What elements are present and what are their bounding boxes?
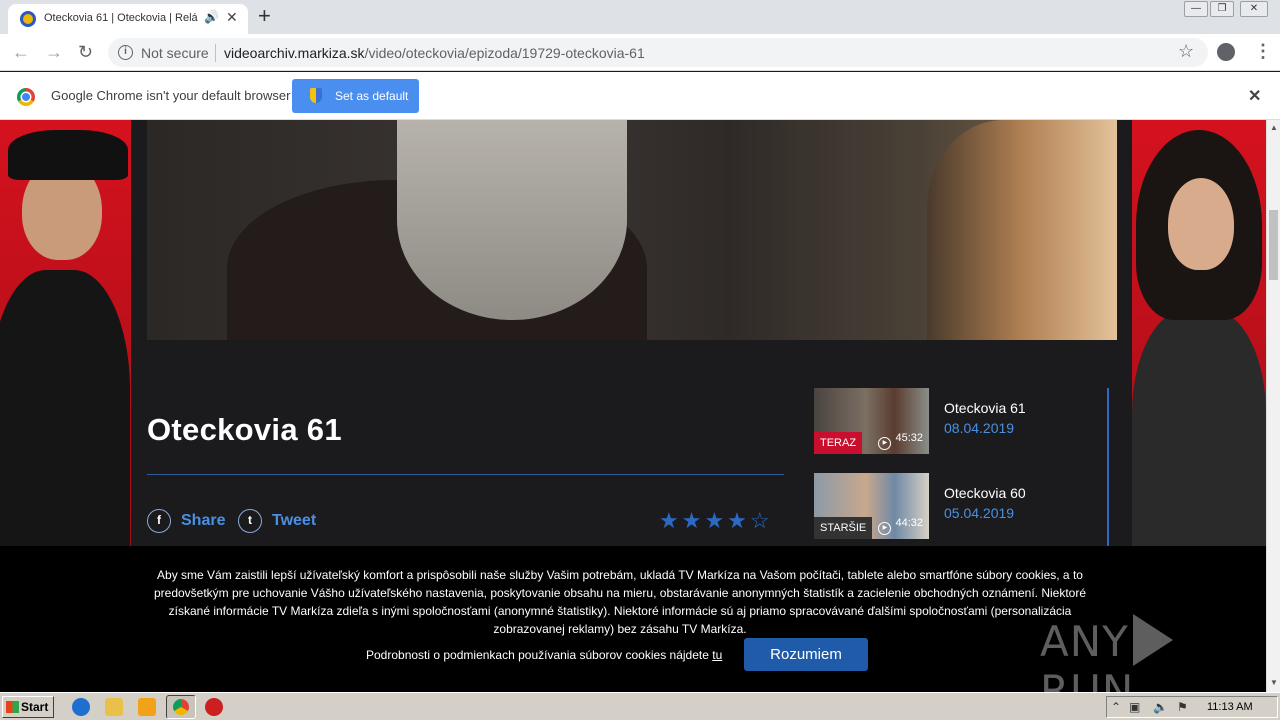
site-favicon-icon	[20, 11, 36, 27]
video-frame-hair	[927, 120, 1117, 340]
url-host: videoarchiv.markiza.sk	[224, 45, 365, 61]
anyrun-play-icon	[1132, 614, 1173, 666]
chrome-taskbar-button[interactable]	[166, 695, 196, 719]
cookie-text: Aby sme Vám zaistili lepší užívateľský k…	[153, 568, 1087, 636]
bookmark-star-icon[interactable]: ☆	[1178, 41, 1194, 62]
scroll-up-icon[interactable]: ▲	[1270, 123, 1278, 132]
video-frame-scarf	[397, 120, 627, 320]
episode-list-item[interactable]: TERAZ ▶ 45:32 Oteckovia 61 08.04.2019	[814, 388, 1114, 454]
cap-image	[8, 130, 128, 180]
facebook-icon: f	[147, 509, 171, 533]
windows-logo-icon	[6, 701, 19, 713]
cookie-banner: Aby sme Vám zaistili lepší užívateľský k…	[0, 546, 1266, 692]
episode-name: Oteckovia 60	[944, 485, 1026, 501]
ad-banner-left[interactable]	[0, 120, 131, 550]
tweet-label: Tweet	[272, 512, 317, 529]
episode-name: Oteckovia 61	[944, 400, 1026, 416]
ad-person-body	[0, 270, 130, 550]
episode-thumbnail: TERAZ ▶ 45:32	[814, 388, 929, 454]
episode-duration: ▶ 44:32	[878, 517, 923, 535]
main-content: Oteckovia 61 f Share t Tweet ★★★★☆ TERAZ…	[131, 120, 1132, 550]
network-icon[interactable]: ▣	[1129, 700, 1140, 714]
maximize-button[interactable]: ❐	[1210, 1, 1234, 17]
folder-icon[interactable]	[105, 698, 123, 716]
system-tray: ⌃ ▣ 🔈 ⚑ 11:13 AM	[1106, 696, 1278, 718]
episode-duration: ▶ 45:32	[878, 432, 923, 450]
page-scrollbar[interactable]: ▲ ▼	[1266, 120, 1280, 692]
chrome-menu-icon[interactable]: ⋮	[1254, 41, 1272, 62]
cookie-details-text: Podrobnosti o podmienkach používania súb…	[366, 648, 723, 662]
title-divider	[147, 474, 784, 475]
antivirus-icon[interactable]	[205, 698, 223, 716]
info-icon[interactable]: i	[118, 45, 133, 60]
episode-date: 05.04.2019	[944, 505, 1015, 521]
address-bar[interactable]: i Not secure videoarchiv.markiza.sk/vide…	[108, 38, 1208, 67]
video-player[interactable]	[147, 120, 1117, 340]
minimize-button[interactable]: —	[1184, 1, 1208, 17]
infobar-close-icon[interactable]: ✕	[1248, 86, 1261, 106]
reload-button[interactable]: ↻	[78, 41, 93, 63]
divider	[215, 44, 216, 62]
volume-icon[interactable]: 🔈	[1153, 700, 1168, 714]
start-button[interactable]: Start	[2, 696, 54, 718]
default-browser-infobar: Google Chrome isn't your default browser…	[0, 72, 1280, 120]
play-icon: ▶	[878, 437, 892, 450]
accept-cookies-button[interactable]: Rozumiem	[744, 638, 868, 671]
close-window-button[interactable]: ✕	[1240, 1, 1268, 17]
twitter-icon: t	[238, 509, 262, 533]
tab-close-icon[interactable]: ✕	[226, 9, 238, 26]
uac-shield-icon	[310, 88, 322, 103]
rating-empty-star: ☆	[749, 508, 773, 533]
infobar-message: Google Chrome isn't your default browser	[51, 88, 291, 103]
account-icon[interactable]	[1217, 43, 1235, 61]
episode-list-item[interactable]: STARŠIE ▶ 44:32 Oteckovia 60 05.04.2019	[814, 473, 1114, 539]
play-icon: ▶	[878, 522, 892, 535]
cookie-details-link[interactable]: tu	[712, 648, 722, 662]
ad-person-body	[1132, 310, 1266, 550]
taskbar: Start ⌃ ▣ 🔈 ⚑ 11:13 AM	[0, 692, 1280, 720]
scrollbar-thumb[interactable]	[1269, 210, 1278, 280]
chrome-logo-icon	[17, 88, 35, 106]
audio-playing-icon[interactable]: 🔊	[204, 10, 219, 24]
internet-explorer-icon[interactable]	[72, 698, 90, 716]
episode-list-scrollbar[interactable]	[1107, 388, 1109, 550]
rating-filled-stars: ★★★★	[659, 508, 750, 533]
clock[interactable]: 11:13 AM	[1207, 701, 1253, 713]
episode-thumbnail: STARŠIE ▶ 44:32	[814, 473, 929, 539]
scroll-down-icon[interactable]: ▼	[1270, 678, 1278, 687]
set-as-default-button[interactable]: Set as default	[292, 79, 419, 113]
url-path: /video/oteckovia/epizoda/19729-oteckovia…	[364, 45, 645, 61]
share-label: Share	[181, 512, 226, 529]
media-player-icon[interactable]	[138, 698, 156, 716]
security-label[interactable]: Not secure	[141, 45, 209, 61]
back-button[interactable]: ←	[12, 41, 30, 63]
tab-title: Oteckovia 61 | Oteckovia | Relá	[44, 12, 198, 24]
url-text[interactable]: videoarchiv.markiza.sk/video/oteckovia/e…	[224, 45, 645, 61]
browser-toolbar: ← → ↻ i Not secure videoarchiv.markiza.s…	[0, 34, 1280, 71]
ad-person-head	[1168, 178, 1234, 270]
browser-tab[interactable]: Oteckovia 61 | Oteckovia | Relá 🔊 ✕	[8, 4, 248, 34]
flag-icon[interactable]: ⚑	[1177, 700, 1188, 714]
episode-title: Oteckovia 61	[147, 412, 342, 447]
episode-badge: TERAZ	[814, 432, 863, 454]
ad-banner-right[interactable]	[1132, 120, 1266, 550]
tray-expand-icon[interactable]: ⌃	[1111, 700, 1121, 714]
tab-strip: Oteckovia 61 | Oteckovia | Relá 🔊 ✕ + — …	[0, 0, 1280, 34]
web-page: Oteckovia 61 f Share t Tweet ★★★★☆ TERAZ…	[0, 120, 1266, 692]
chrome-icon	[173, 699, 189, 715]
star-rating[interactable]: ★★★★☆	[659, 508, 773, 534]
forward-button[interactable]: →	[45, 41, 63, 63]
anyrun-watermark: ANYRUN	[1040, 614, 1266, 692]
episode-date: 08.04.2019	[944, 420, 1015, 436]
new-tab-button[interactable]: +	[258, 3, 271, 29]
episode-badge: STARŠIE	[814, 517, 873, 539]
set-as-default-label: Set as default	[335, 89, 409, 103]
